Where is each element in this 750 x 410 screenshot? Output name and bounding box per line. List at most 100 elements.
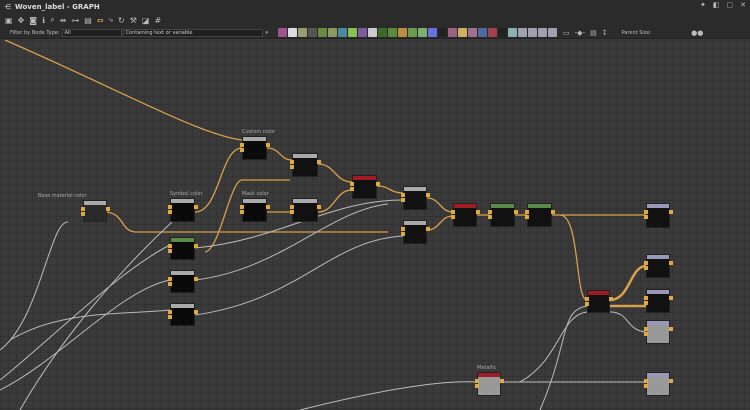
node-port[interactable] [290, 165, 294, 169]
node-port[interactable] [669, 379, 673, 383]
layout-icon[interactable]: ⊶ [71, 16, 79, 25]
node-port[interactable] [644, 210, 648, 214]
graph-node[interactable] [525, 203, 555, 227]
node-port[interactable] [350, 187, 354, 191]
node-port[interactable] [644, 301, 648, 305]
node-port[interactable] [644, 215, 648, 219]
graph-node[interactable] [168, 198, 198, 222]
node-type-button[interactable] [398, 28, 408, 37]
graph-node[interactable] [81, 200, 110, 222]
more-icon[interactable]: ●● [691, 29, 703, 37]
node-type-button[interactable] [518, 28, 528, 37]
node-port[interactable] [525, 215, 529, 219]
node-port[interactable] [168, 249, 172, 253]
node-port[interactable] [266, 143, 270, 147]
graph-node[interactable] [168, 270, 198, 293]
node-port[interactable] [81, 207, 85, 211]
node-port[interactable] [585, 297, 589, 301]
node-port[interactable] [644, 384, 648, 388]
node-port[interactable] [350, 182, 354, 186]
node-port[interactable] [317, 160, 321, 164]
node-port[interactable] [488, 215, 492, 219]
node-port[interactable] [168, 282, 172, 286]
node-port[interactable] [401, 193, 405, 197]
graph-node[interactable] [240, 136, 270, 160]
move-icon[interactable]: ✥ [18, 16, 25, 25]
graph-node[interactable] [644, 289, 673, 313]
graph-node[interactable] [644, 320, 673, 344]
frame-node-icon[interactable]: ▤ [590, 29, 597, 37]
table-icon[interactable]: ▤ [84, 16, 92, 25]
node-type-button[interactable] [448, 28, 458, 37]
align-icon[interactable]: ⤷ [109, 15, 113, 25]
node-port[interactable] [669, 261, 673, 265]
node-port[interactable] [476, 210, 480, 214]
node-port[interactable] [401, 232, 405, 236]
maximize-icon[interactable]: ▢ [727, 1, 734, 9]
frame-all-icon[interactable]: ▣ [5, 16, 13, 25]
node-type-button[interactable] [348, 28, 358, 37]
dropdown-icon[interactable]: ▾ [266, 30, 269, 36]
dock-icon[interactable]: ◧ [713, 1, 720, 9]
camera-icon[interactable]: ◙ [29, 16, 37, 25]
node-type-button[interactable] [548, 28, 558, 37]
node-port[interactable] [551, 210, 555, 214]
link-icon[interactable]: ⇹ [60, 16, 67, 25]
node-type-button[interactable] [418, 28, 428, 37]
node-type-button[interactable] [438, 28, 448, 37]
node-port[interactable] [240, 148, 244, 152]
graph-node[interactable] [168, 303, 198, 326]
graph-node[interactable] [168, 237, 198, 260]
node-port[interactable] [266, 205, 270, 209]
node-port[interactable] [106, 207, 110, 211]
search-input[interactable]: Containing text or variable [122, 28, 263, 37]
node-type-button[interactable] [318, 28, 328, 37]
frame-icon[interactable]: ◪ [142, 16, 150, 25]
graph-node[interactable] [644, 254, 673, 278]
node-port[interactable] [168, 277, 172, 281]
node-port[interactable] [168, 310, 172, 314]
node-port[interactable] [194, 277, 198, 281]
node-port[interactable] [525, 210, 529, 214]
node-type-button[interactable] [288, 28, 298, 37]
tool-icon[interactable]: ⚒ [130, 16, 137, 25]
graph-node[interactable] [644, 372, 673, 396]
node-type-button[interactable] [298, 28, 308, 37]
graph-node[interactable] [350, 175, 380, 199]
node-port[interactable] [168, 315, 172, 319]
node-type-button[interactable] [488, 28, 498, 37]
node-port[interactable] [451, 210, 455, 214]
close-icon[interactable]: ✕ [740, 1, 746, 9]
graph-node[interactable] [585, 290, 613, 313]
node-port[interactable] [194, 205, 198, 209]
pin-icon[interactable]: ✦ [700, 1, 706, 9]
node-port[interactable] [290, 210, 294, 214]
node-port[interactable] [317, 205, 321, 209]
node-port[interactable] [240, 205, 244, 209]
node-port[interactable] [194, 244, 198, 248]
graph-node[interactable] [401, 186, 430, 210]
node-type-button[interactable] [468, 28, 478, 37]
node-type-button[interactable] [328, 28, 338, 37]
search-icon[interactable]: ⌕ [50, 15, 54, 25]
graph-node[interactable] [290, 153, 321, 177]
graph-node[interactable] [240, 198, 270, 222]
node-port[interactable] [500, 379, 504, 383]
node-type-button[interactable] [358, 28, 368, 37]
node-port[interactable] [290, 205, 294, 209]
node-type-select[interactable]: All [61, 28, 122, 37]
node-port[interactable] [475, 379, 479, 383]
node-type-button[interactable] [308, 28, 318, 37]
node-port[interactable] [168, 244, 172, 248]
node-port[interactable] [585, 302, 589, 306]
node-port[interactable] [240, 143, 244, 147]
comment-icon[interactable]: ▭ [563, 29, 570, 37]
node-port[interactable] [451, 215, 455, 219]
node-port[interactable] [644, 327, 648, 331]
node-port[interactable] [168, 205, 172, 209]
node-type-button[interactable] [428, 28, 438, 37]
node-port[interactable] [669, 210, 673, 214]
refresh-icon[interactable]: ↻ [118, 16, 125, 25]
node-port[interactable] [168, 210, 172, 214]
node-type-button[interactable] [378, 28, 388, 37]
